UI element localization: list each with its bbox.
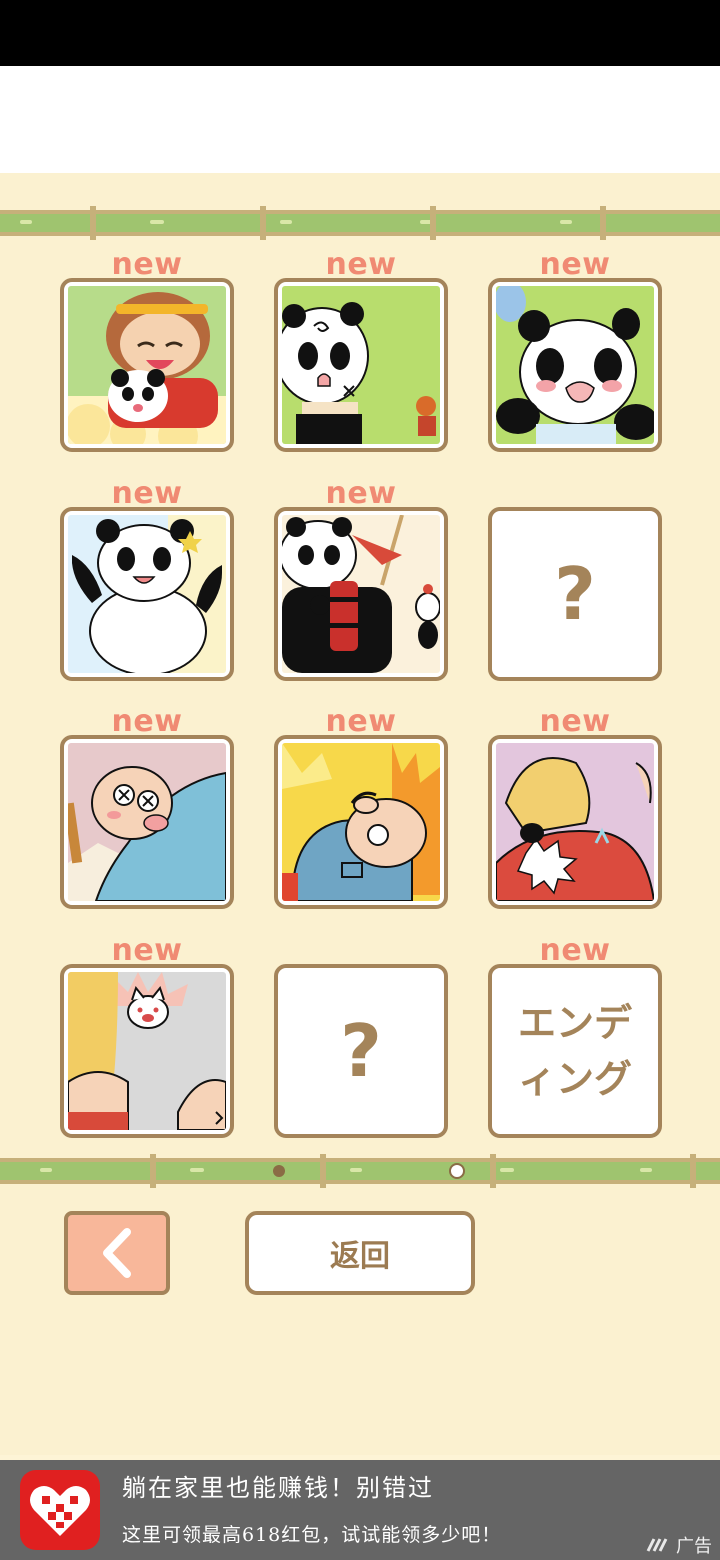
gallery-cell-3[interactable]: new <box>488 247 662 452</box>
gallery-cell-6-locked[interactable]: ? <box>488 479 662 681</box>
new-label: new <box>539 704 611 739</box>
chevron-left-icon <box>103 1228 131 1278</box>
cg-thumbnail[interactable] <box>274 278 448 452</box>
back-arrow-button[interactable] <box>64 1211 170 1295</box>
top-blank-area <box>0 66 720 173</box>
ending-label: エンデ ィング <box>492 968 658 1134</box>
gallery-cell-7[interactable]: new <box>60 704 234 909</box>
dazed-old-man-image <box>68 743 226 901</box>
happy-panda-image <box>68 515 226 673</box>
cg-thumbnail[interactable] <box>60 964 234 1138</box>
gallery-cell-4[interactable]: new <box>60 476 234 681</box>
return-button[interactable]: 返回 <box>245 1211 475 1295</box>
new-label: new <box>111 247 183 282</box>
new-label: new <box>325 247 397 282</box>
cg-thumbnail[interactable] <box>274 507 448 681</box>
return-button-label: 返回 <box>330 1239 390 1274</box>
ad-label: 广告 <box>646 1532 712 1558</box>
new-label: new <box>111 704 183 739</box>
gallery-cell-12-ending[interactable]: new エンデ ィング <box>488 933 662 1138</box>
cg-thumbnail[interactable] <box>60 507 234 681</box>
bamboo-divider-top <box>0 206 720 240</box>
gallery-cell-10[interactable]: new <box>60 933 234 1138</box>
new-label: new <box>539 933 611 968</box>
ending-label-line2: ィング <box>517 1057 632 1101</box>
old-man-fire-image <box>282 743 440 901</box>
ending-card[interactable]: エンデ ィング <box>488 964 662 1138</box>
cg-thumbnail[interactable] <box>488 735 662 909</box>
cg-thumbnail[interactable] <box>274 735 448 909</box>
gallery-cell-9[interactable]: new <box>488 704 662 909</box>
page-dot-2-active[interactable] <box>449 1163 465 1179</box>
page-dot-1[interactable] <box>273 1165 285 1177</box>
new-label: new <box>325 476 397 511</box>
new-label: new <box>111 476 183 511</box>
ad-mark-icon <box>646 1538 668 1552</box>
crying-panda-image <box>496 286 654 444</box>
bandaged-panda-image <box>282 286 440 444</box>
panda-dynamite-image <box>282 515 440 673</box>
ad-title: 躺在家里也能赚钱！别错过 <box>122 1474 434 1502</box>
new-label: new <box>325 704 397 739</box>
locked-question-mark: ? <box>554 552 596 636</box>
cg-thumbnail[interactable] <box>488 278 662 452</box>
new-label: new <box>539 247 611 282</box>
ad-banner[interactable]: 躺在家里也能赚钱！别错过 这里可领最高618红包，试试能领多少吧！ 广告 <box>0 1460 720 1560</box>
locked-card[interactable]: ? <box>488 507 662 681</box>
status-bar <box>0 0 720 66</box>
cg-thumbnail[interactable] <box>60 278 234 452</box>
ad-label-text: 广告 <box>676 1536 712 1557</box>
monkey-king-panda-image <box>68 286 226 444</box>
gallery-cell-1[interactable]: new <box>60 247 234 452</box>
ad-subtitle: 这里可领最高618红包，试试能领多少吧！ <box>122 1524 502 1546</box>
shopping-app-logo-icon[interactable] <box>20 1470 100 1550</box>
cg-thumbnail[interactable] <box>60 735 234 909</box>
gallery-cell-5[interactable]: new <box>274 476 448 681</box>
gallery-cell-8[interactable]: new <box>274 704 448 909</box>
new-label: new <box>111 933 183 968</box>
gallery-cell-2[interactable]: new <box>274 247 448 452</box>
locked-question-mark: ? <box>340 1009 382 1093</box>
ending-label-line1: エンデ <box>517 1001 632 1045</box>
gallery-cell-11-locked[interactable]: ? <box>274 936 448 1138</box>
blonde-boy-punched-image <box>496 743 654 901</box>
bamboo-divider-bottom <box>0 1154 720 1188</box>
angry-cat-closeup-image <box>68 972 226 1130</box>
locked-card[interactable]: ? <box>274 964 448 1138</box>
